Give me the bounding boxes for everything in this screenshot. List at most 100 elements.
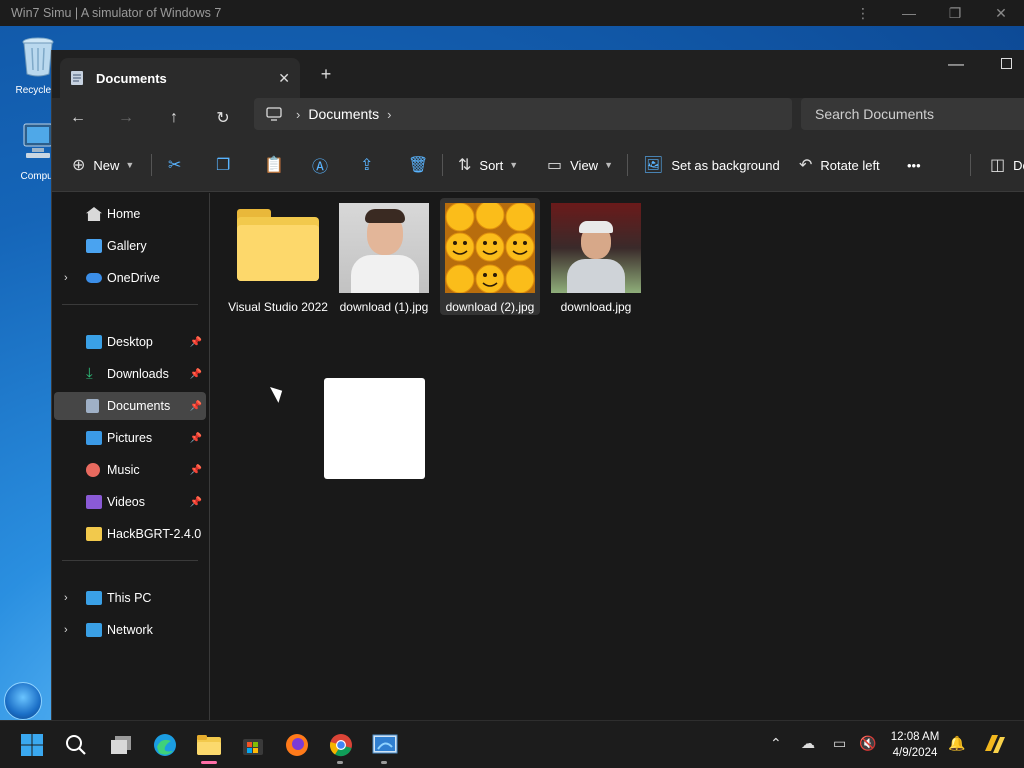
paste-button[interactable]: 📋 [264, 153, 292, 177]
win7-start-orb[interactable] [4, 682, 42, 720]
minimize-button[interactable]: — [948, 56, 964, 74]
cut-button[interactable]: ✂ [168, 153, 189, 177]
pin-icon[interactable]: 📌 [190, 433, 202, 444]
host-minimize-button[interactable]: — [886, 0, 932, 26]
sidebar-item-pictures[interactable]: Pictures 📌 [54, 424, 206, 452]
new-button[interactable]: ⊕ New ▼ [72, 153, 134, 177]
onedrive-tray-icon[interactable]: ☁ [801, 735, 815, 752]
sort-button[interactable]: ⇅ Sort ▼ [458, 153, 518, 177]
sidebar-item-label: Home [107, 207, 141, 221]
set-as-background-button[interactable]: 🖼 Set as background [643, 153, 780, 177]
chevron-right-icon[interactable]: › [64, 272, 68, 284]
share-icon: ⇪ [360, 157, 374, 174]
tab-label: Documents [96, 70, 167, 86]
sidebar-item-this-pc[interactable]: › This PC [54, 584, 206, 612]
copy-button[interactable]: ❐ [216, 153, 238, 177]
host-close-button[interactable]: ✕ [978, 0, 1024, 26]
pictures-icon [86, 431, 102, 445]
sidebar-item-home[interactable]: Home [54, 200, 206, 228]
share-button[interactable]: ⇪ [360, 153, 381, 177]
search-input[interactable]: Search Documents [801, 98, 1024, 130]
details-pane-button[interactable]: ◫ De [990, 153, 1024, 177]
breadcrumb-documents[interactable]: Documents [308, 106, 379, 122]
new-tab-button[interactable]: + [314, 64, 338, 85]
pin-icon[interactable]: 📌 [190, 369, 202, 380]
videos-icon [86, 495, 102, 509]
drag-preview-card [324, 378, 425, 479]
edge-button[interactable] [151, 731, 179, 759]
file-name: Visual Studio 2022 [228, 300, 328, 314]
volume-muted-icon[interactable]: 🔇 [859, 735, 876, 752]
view-button[interactable]: ▭ View ▼ [547, 153, 613, 177]
sidebar-item-videos[interactable]: Videos 📌 [54, 488, 206, 516]
chevron-right-icon[interactable]: › [296, 107, 300, 122]
smiley-balls-image [445, 203, 535, 293]
chrome-button[interactable] [327, 731, 355, 759]
start-button[interactable] [18, 731, 46, 759]
back-button[interactable]: ← [62, 106, 94, 130]
chevron-right-icon[interactable]: › [64, 624, 68, 636]
running-app-indicator [381, 761, 387, 764]
store-button[interactable] [239, 731, 267, 759]
file-list[interactable]: Visual Studio 2022 download (1).jpg down… [211, 193, 1024, 720]
taskbar: ⌃ ☁ ▭ 🔇 12:08 AM 4/9/2024 🔔 [0, 720, 1024, 768]
divider [151, 154, 152, 176]
rotate-left-button[interactable]: ↶ Rotate left [799, 153, 880, 177]
file-item-image[interactable]: download (1).jpg [334, 198, 434, 315]
kebab-menu-icon[interactable]: ⋮ [840, 0, 886, 26]
sidebar-item-music[interactable]: Music 📌 [54, 456, 206, 484]
pin-icon[interactable]: 📌 [190, 337, 202, 348]
address-bar[interactable]: › Documents › [254, 98, 792, 130]
file-item-image[interactable]: download.jpg [546, 198, 646, 315]
host-restore-button[interactable]: ❐ [932, 0, 978, 26]
copilot-pre-icon [985, 735, 1005, 753]
file-explorer-button[interactable] [195, 731, 223, 759]
win7-simu-button[interactable] [371, 731, 399, 759]
task-view-button[interactable] [107, 731, 135, 759]
notification-bell-icon[interactable]: 🔔 [948, 735, 965, 752]
sidebar-item-label: HackBGRT-2.4.0 [107, 527, 202, 541]
pin-icon[interactable]: 📌 [190, 401, 202, 412]
chevron-right-icon[interactable]: › [387, 107, 391, 122]
pin-icon[interactable]: 📌 [190, 465, 202, 476]
arrow-right-icon: → [118, 109, 134, 126]
store-icon [243, 739, 263, 755]
sidebar-item-documents[interactable]: Documents 📌 [54, 392, 206, 420]
more-options-button[interactable]: ••• [907, 153, 921, 177]
documents-icon [86, 399, 99, 413]
sidebar-item-network[interactable]: › Network [54, 616, 206, 644]
tab-documents[interactable]: Documents ✕ [60, 58, 300, 98]
pin-icon[interactable]: 📌 [190, 497, 202, 508]
navigation-bar: ← → ↑ ↻ › Documents › Search Documents [52, 98, 1024, 138]
download-icon: ⤓ [86, 365, 93, 382]
view-label: View [570, 157, 599, 173]
documents-icon [71, 71, 83, 85]
network-tray-icon[interactable]: ▭ [833, 735, 846, 752]
sidebar-item-onedrive[interactable]: › OneDrive [54, 264, 206, 292]
file-item-image-selected[interactable]: download (2).jpg [440, 198, 540, 315]
sidebar-item-label: OneDrive [107, 271, 160, 285]
file-explorer-window: Documents ✕ + — ← → ↑ ↻ › Documents › Se… [51, 50, 1024, 720]
set-background-label: Set as background [671, 157, 780, 173]
close-icon[interactable]: ✕ [278, 70, 290, 87]
search-button[interactable] [62, 731, 90, 759]
system-clock[interactable]: 12:08 AM 4/9/2024 [884, 729, 946, 761]
chevron-right-icon[interactable]: › [64, 592, 68, 604]
maximize-button[interactable] [1001, 58, 1012, 69]
chevron-down-icon: ▼ [604, 160, 613, 170]
up-button[interactable]: ↑ [158, 106, 190, 130]
rename-button[interactable]: Ⓐ [312, 153, 336, 177]
sidebar-item-hackbgrt[interactable]: HackBGRT-2.4.0 [54, 520, 206, 548]
refresh-button[interactable]: ↻ [207, 106, 239, 130]
win7-simu-icon [372, 734, 398, 754]
sidebar-item-downloads[interactable]: ⤓ Downloads 📌 [54, 360, 206, 388]
delete-button[interactable]: 🗑 [408, 153, 436, 177]
image-thumbnail [339, 203, 429, 293]
sidebar-item-gallery[interactable]: Gallery [54, 232, 206, 260]
show-hidden-icons-button[interactable]: ⌃ [770, 735, 782, 752]
copilot-icon[interactable] [982, 731, 1008, 760]
forward-button[interactable]: → [110, 106, 142, 130]
firefox-button[interactable] [283, 731, 311, 759]
file-item-folder[interactable]: Visual Studio 2022 [228, 198, 328, 315]
sidebar-item-desktop[interactable]: Desktop 📌 [54, 328, 206, 356]
